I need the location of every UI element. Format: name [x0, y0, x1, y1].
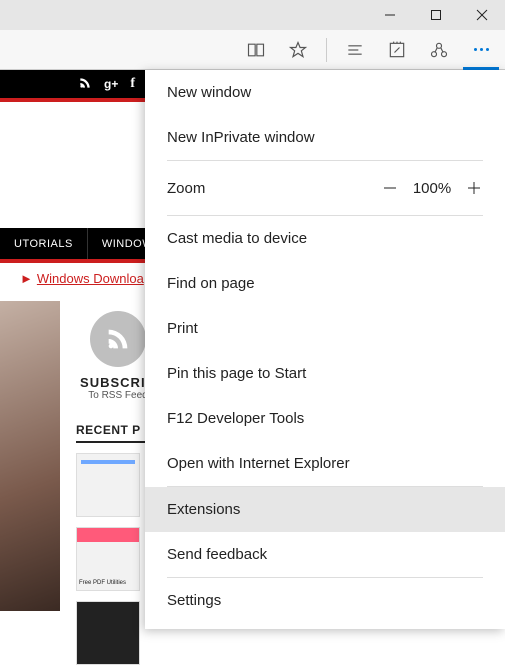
- menu-zoom-row: Zoom 100%: [145, 161, 505, 215]
- menu-print[interactable]: Print: [145, 306, 505, 351]
- window-titlebar: [0, 0, 505, 30]
- thumb-caption: Free PDF Utilities: [79, 580, 126, 586]
- menu-feedback[interactable]: Send feedback: [145, 532, 505, 577]
- zoom-value: 100%: [407, 180, 457, 197]
- browser-toolbar: [0, 30, 505, 70]
- share-button[interactable]: [421, 32, 457, 68]
- menu-find[interactable]: Find on page: [145, 261, 505, 306]
- recent-thumb-3[interactable]: [76, 601, 140, 665]
- menu-cast[interactable]: Cast media to device: [145, 216, 505, 261]
- menu-settings[interactable]: Settings: [145, 578, 505, 623]
- favorite-button[interactable]: [280, 32, 316, 68]
- web-notes-button[interactable]: [379, 32, 415, 68]
- gplus-icon[interactable]: g+: [104, 77, 118, 91]
- menu-pin[interactable]: Pin this page to Start: [145, 351, 505, 396]
- more-button[interactable]: [463, 32, 499, 68]
- zoom-label: Zoom: [167, 180, 205, 197]
- more-menu: New window New InPrivate window Zoom 100…: [145, 70, 505, 629]
- hub-button[interactable]: [337, 32, 373, 68]
- recent-thumb-1[interactable]: [76, 453, 140, 517]
- rss-subscribe-icon[interactable]: [90, 311, 146, 367]
- zoom-out-button[interactable]: [373, 171, 407, 205]
- menu-new-inprivate[interactable]: New InPrivate window: [145, 115, 505, 160]
- facebook-icon[interactable]: f: [130, 76, 135, 92]
- zoom-in-button[interactable]: [457, 171, 491, 205]
- breadcrumb-link[interactable]: Windows Downloa: [37, 271, 144, 286]
- menu-devtools[interactable]: F12 Developer Tools: [145, 396, 505, 441]
- maximize-button[interactable]: [413, 0, 459, 30]
- reading-view-button[interactable]: [238, 32, 274, 68]
- minimize-button[interactable]: [367, 0, 413, 30]
- close-button[interactable]: [459, 0, 505, 30]
- nav-tutorials[interactable]: UTORIALS: [0, 228, 88, 259]
- article-image: [0, 301, 60, 611]
- menu-open-ie[interactable]: Open with Internet Explorer: [145, 441, 505, 486]
- toolbar-separator: [326, 38, 327, 62]
- breadcrumb-arrow-icon: ►: [20, 271, 33, 286]
- rss-icon[interactable]: [78, 76, 92, 93]
- menu-new-window[interactable]: New window: [145, 70, 505, 115]
- menu-extensions[interactable]: Extensions: [145, 487, 505, 532]
- recent-thumb-2[interactable]: Free PDF Utilities: [76, 527, 140, 591]
- more-icon: [474, 48, 489, 51]
